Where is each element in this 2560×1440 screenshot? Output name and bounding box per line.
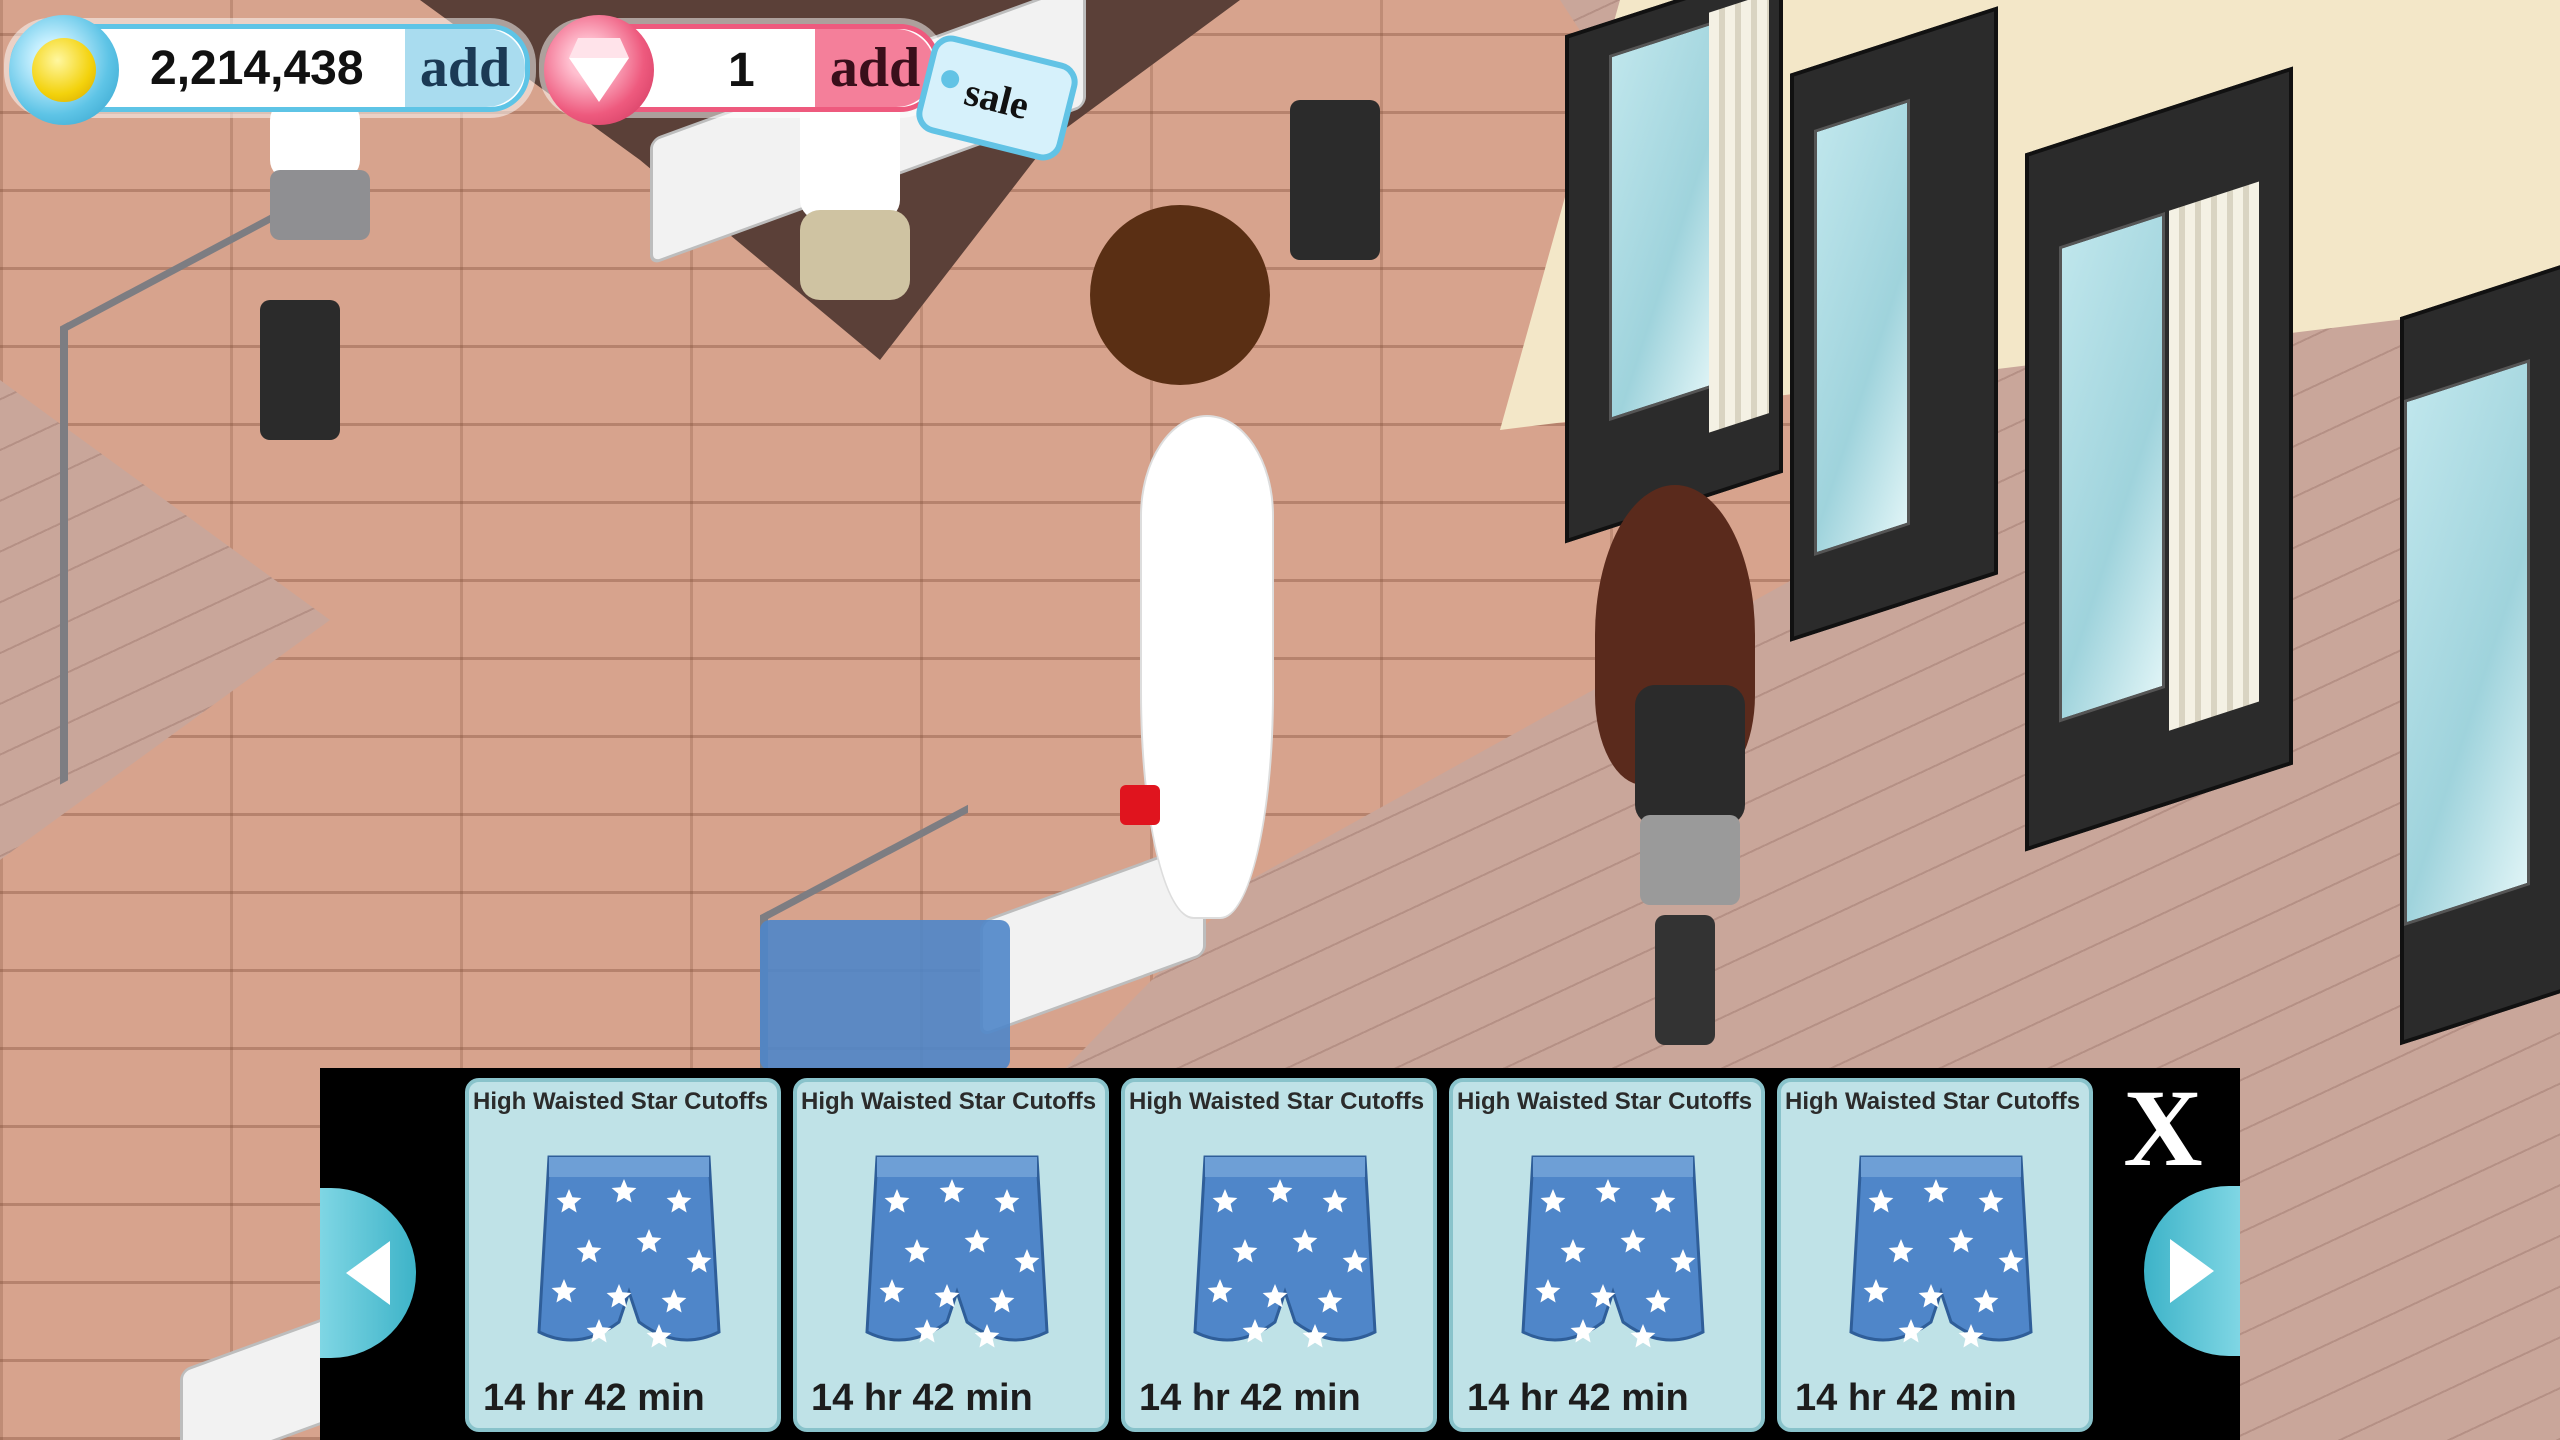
mirror — [2404, 359, 2530, 926]
dressing-room-2[interactable] — [1790, 6, 1998, 642]
shopper-brunette[interactable] — [1595, 485, 1775, 1045]
afro-hair — [1090, 205, 1270, 385]
star-shorts-icon — [1849, 1155, 2033, 1348]
add-gems-button[interactable]: add — [815, 29, 935, 107]
item-card[interactable]: High Waisted Star Cutoffs 14 hr 42 min — [465, 1078, 781, 1432]
arrow-left-icon — [346, 1241, 390, 1305]
coin-amount: 2,214,438 — [150, 42, 364, 95]
curtain — [2169, 181, 2259, 731]
item-title: High Waisted Star Cutoffs — [1129, 1088, 1425, 1115]
star-shorts-icon — [1521, 1155, 1705, 1348]
boots — [1290, 100, 1380, 260]
red-heels — [1120, 785, 1160, 825]
add-coins-button[interactable]: add — [405, 29, 525, 107]
next-button[interactable] — [2144, 1186, 2240, 1356]
gem-balance: 1 add — [544, 15, 940, 125]
boots — [1655, 915, 1715, 1045]
dressing-room-3[interactable] — [2025, 66, 2293, 852]
shopper-top[interactable] — [1260, 0, 1420, 270]
item-timer: 14 hr 42 min — [1795, 1377, 2017, 1419]
item-title: High Waisted Star Cutoffs — [1785, 1088, 2081, 1115]
shorts-on-rack[interactable] — [760, 920, 1010, 1070]
boots — [260, 300, 340, 440]
item-timer: 14 hr 42 min — [483, 1377, 705, 1419]
item-timer: 14 hr 42 min — [1467, 1377, 1689, 1419]
coin-balance: 2,214,438 add — [9, 15, 530, 125]
item-card[interactable]: High Waisted Star Cutoffs 14 hr 42 min — [1121, 1078, 1437, 1432]
white-top — [270, 100, 360, 180]
white-dress — [1140, 415, 1274, 919]
sale-label: sale — [960, 68, 1034, 128]
item-card[interactable]: High Waisted Star Cutoffs 14 hr 42 min — [1449, 1078, 1765, 1432]
item-title: High Waisted Star Cutoffs — [473, 1088, 769, 1115]
item-title: High Waisted Star Cutoffs — [801, 1088, 1097, 1115]
item-timer: 14 hr 42 min — [811, 1377, 1033, 1419]
dressing-room-1[interactable] — [1565, 0, 1783, 544]
mirror — [2059, 212, 2165, 723]
previous-button[interactable] — [320, 1188, 416, 1358]
item-timer: 14 hr 42 min — [1139, 1377, 1361, 1419]
item-card[interactable]: High Waisted Star Cutoffs 14 hr 42 min — [793, 1078, 1109, 1432]
coin-icon — [9, 15, 119, 125]
star-shorts-icon — [865, 1155, 1049, 1348]
dressing-room-4[interactable] — [2400, 262, 2560, 1046]
gray-skirt — [1640, 815, 1740, 905]
gray-shorts — [270, 170, 370, 240]
gem-amount: 1 — [728, 44, 755, 97]
arrow-right-icon — [2170, 1239, 2214, 1303]
item-tray: High Waisted Star Cutoffs 14 hr 42 min H… — [320, 1068, 2240, 1440]
gem-icon — [544, 15, 654, 125]
black-top — [1635, 685, 1745, 825]
item-title: High Waisted Star Cutoffs — [1457, 1088, 1753, 1115]
item-card[interactable]: High Waisted Star Cutoffs 14 hr 42 min — [1777, 1078, 2093, 1432]
curtain — [1709, 0, 1769, 433]
star-shorts-icon — [1193, 1155, 1377, 1348]
close-button[interactable]: X — [2108, 1073, 2218, 1183]
khaki-skirt — [800, 210, 910, 300]
mirror — [1814, 98, 1910, 556]
shopper-afro[interactable] — [1090, 205, 1310, 919]
star-shorts-icon — [537, 1155, 721, 1348]
mirror — [1609, 20, 1715, 422]
